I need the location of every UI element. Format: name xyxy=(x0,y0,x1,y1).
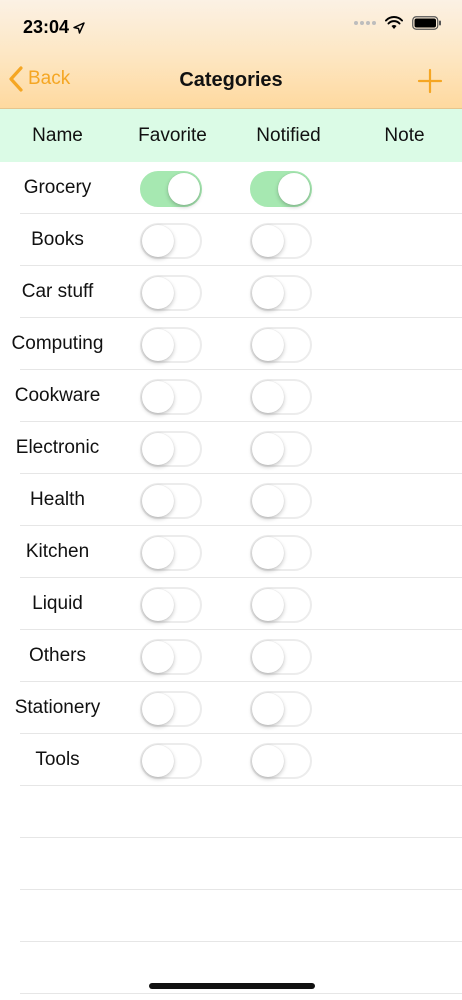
navigation-bar: 23:04 Back Categories xyxy=(0,0,462,109)
toggle-knob xyxy=(252,745,284,777)
category-name: Car stuff xyxy=(21,281,94,302)
status-time: 23:04 xyxy=(23,17,85,38)
category-name: Others xyxy=(28,645,87,666)
toggle-knob xyxy=(252,589,284,621)
table-row[interactable]: Liquid xyxy=(0,578,462,630)
notified-toggle[interactable] xyxy=(250,431,312,467)
favorite-toggle[interactable] xyxy=(140,535,202,571)
category-name: Electronic xyxy=(15,437,100,458)
table-row[interactable]: Others xyxy=(0,630,462,682)
toggle-knob xyxy=(252,381,284,413)
row-divider xyxy=(20,993,462,994)
table-row[interactable]: Kitchen xyxy=(0,526,462,578)
wifi-icon xyxy=(385,16,403,29)
toggle-knob xyxy=(252,693,284,725)
table-row[interactable]: Car stuff xyxy=(0,266,462,318)
category-name: Liquid xyxy=(32,593,83,614)
favorite-toggle[interactable] xyxy=(140,431,202,467)
status-time-label: 23:04 xyxy=(23,17,70,37)
toggle-knob xyxy=(142,641,174,673)
toggle-knob xyxy=(252,641,284,673)
table-row[interactable]: Electronic xyxy=(0,422,462,474)
empty-row xyxy=(0,786,462,838)
toggle-knob xyxy=(252,225,284,257)
toggle-knob xyxy=(142,485,174,517)
favorite-toggle[interactable] xyxy=(140,223,202,259)
battery-icon xyxy=(412,16,441,30)
notified-toggle[interactable] xyxy=(250,743,312,779)
notified-toggle[interactable] xyxy=(250,327,312,363)
table-row[interactable]: Books xyxy=(0,214,462,266)
favorite-toggle[interactable] xyxy=(140,327,202,363)
toggle-knob xyxy=(142,589,174,621)
toggle-knob xyxy=(278,173,310,205)
toggle-knob xyxy=(252,277,284,309)
notified-toggle[interactable] xyxy=(250,639,312,675)
column-name: Name xyxy=(32,124,83,146)
category-name: Books xyxy=(31,229,84,250)
notified-toggle[interactable] xyxy=(250,587,312,623)
location-arrow-icon xyxy=(73,21,85,34)
favorite-toggle[interactable] xyxy=(140,743,202,779)
status-indicators xyxy=(354,16,442,30)
toggle-knob xyxy=(142,537,174,569)
toggle-knob xyxy=(142,745,174,777)
toggle-knob xyxy=(252,485,284,517)
column-note: Note xyxy=(384,124,425,146)
signal-icon xyxy=(354,21,376,25)
category-name: Tools xyxy=(35,749,80,770)
table-row[interactable]: Health xyxy=(0,474,462,526)
toggle-knob xyxy=(142,381,174,413)
page-title: Categories xyxy=(179,69,283,91)
favorite-toggle[interactable] xyxy=(140,587,202,623)
table-row[interactable]: Grocery xyxy=(0,162,462,214)
toggle-knob xyxy=(252,537,284,569)
empty-row xyxy=(0,890,462,942)
favorite-toggle[interactable] xyxy=(140,275,202,311)
toggle-knob xyxy=(142,433,174,465)
notified-toggle[interactable] xyxy=(250,171,312,207)
toggle-knob xyxy=(142,329,174,361)
home-indicator xyxy=(149,983,315,989)
empty-row xyxy=(0,838,462,890)
notified-toggle[interactable] xyxy=(250,223,312,259)
column-notified: Notified xyxy=(256,124,321,146)
category-name: Stationery xyxy=(14,697,101,718)
toggle-knob xyxy=(252,433,284,465)
table-row[interactable]: Tools xyxy=(0,734,462,786)
category-name: Kitchen xyxy=(25,541,90,562)
toggle-knob xyxy=(142,693,174,725)
notified-toggle[interactable] xyxy=(250,691,312,727)
add-icon[interactable] xyxy=(416,67,444,95)
notified-toggle[interactable] xyxy=(250,535,312,571)
toggle-knob xyxy=(142,225,174,257)
notified-toggle[interactable] xyxy=(250,379,312,415)
column-favorite: Favorite xyxy=(138,124,207,146)
table-row[interactable]: Computing xyxy=(0,318,462,370)
category-name: Computing xyxy=(11,333,104,354)
notified-toggle[interactable] xyxy=(250,275,312,311)
category-name: Grocery xyxy=(23,177,92,198)
category-name: Cookware xyxy=(14,385,101,406)
favorite-toggle[interactable] xyxy=(140,379,202,415)
column-header: Name Favorite Notified Note xyxy=(0,109,462,162)
favorite-toggle[interactable] xyxy=(140,691,202,727)
toggle-knob xyxy=(252,329,284,361)
favorite-toggle[interactable] xyxy=(140,171,202,207)
category-name: Health xyxy=(30,489,85,510)
toggle-knob xyxy=(168,173,200,205)
notified-toggle[interactable] xyxy=(250,483,312,519)
favorite-toggle[interactable] xyxy=(140,483,202,519)
toggle-knob xyxy=(142,277,174,309)
favorite-toggle[interactable] xyxy=(140,639,202,675)
table-row[interactable]: Cookware xyxy=(0,370,462,422)
category-list: Grocery Books Car stuff Computing Cookware El… xyxy=(0,162,462,994)
table-row[interactable]: Stationery xyxy=(0,682,462,734)
